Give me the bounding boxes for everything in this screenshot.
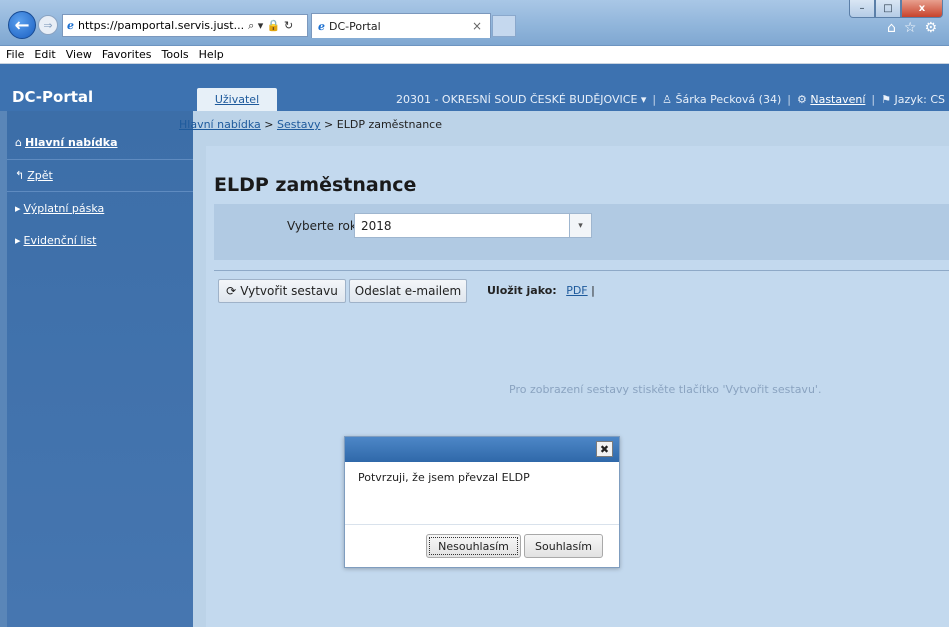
breadcrumb-current: ELDP zaměstnance <box>336 118 442 131</box>
home-icon: ⌂ <box>15 136 22 149</box>
separator: | <box>652 93 657 106</box>
tab-close-icon[interactable]: × <box>472 19 482 33</box>
language-selector[interactable]: ⚑ Jazyk: CS <box>881 93 945 106</box>
home-icon[interactable]: ⌂ <box>887 20 896 36</box>
divider <box>7 191 193 192</box>
forward-button[interactable]: ⇒ <box>38 15 58 35</box>
report-hint: Pro zobrazení sestavy stiskěte tlačítko … <box>509 383 822 396</box>
chevron-down-icon[interactable]: ▾ <box>569 214 591 237</box>
arrow-right-icon: ⇒ <box>43 18 53 32</box>
menu-view[interactable]: View <box>66 48 92 61</box>
refresh-icon: ⟳ <box>226 284 237 298</box>
sidebar-item-back[interactable]: ↰ Zpět <box>15 169 53 182</box>
separator: | <box>871 93 876 106</box>
divider <box>7 159 193 160</box>
menu-edit[interactable]: Edit <box>34 48 55 61</box>
breadcrumb-home[interactable]: Hlavní nabídka <box>179 118 261 131</box>
star-icon[interactable]: ☆ <box>904 20 917 36</box>
gear-icon: ⚙ <box>796 93 807 106</box>
arrow-left-icon: ← <box>14 14 30 36</box>
create-report-button[interactable]: ⟳ Vytvořit sestavu <box>218 279 346 303</box>
save-as-pdf-link[interactable]: PDF <box>566 284 587 297</box>
page-title: ELDP zaměstnance <box>214 174 417 196</box>
tab-user[interactable]: Uživatel <box>197 88 277 111</box>
breadcrumb: Hlavní nabídka > Sestavy > ELDP zaměstna… <box>179 118 442 131</box>
ie-icon: ℯ <box>318 19 325 33</box>
send-email-label: Odeslat e-mailem <box>354 284 462 298</box>
back-icon: ↰ <box>15 169 25 182</box>
gear-icon[interactable]: ⚙ <box>924 20 937 36</box>
breadcrumb-sep: > <box>264 118 274 131</box>
create-report-label: Vytvořit sestavu <box>240 284 338 298</box>
menu-favorites[interactable]: Favorites <box>102 48 152 61</box>
year-value: 2018 <box>361 218 392 233</box>
window-controls: – □ x <box>849 0 943 18</box>
sidebar: ⌂ Hlavní nabídka ↰ Zpět ▸ Výplatní páska… <box>7 111 193 627</box>
tab-title: DC-Portal <box>329 19 381 33</box>
caret-right-icon: ▸ <box>15 202 21 215</box>
address-bar[interactable]: ℯ https://pamportal.servis.just... ⌕ ▾ 🔒… <box>62 14 308 37</box>
settings-link[interactable]: ⚙ Nastavení <box>797 93 865 106</box>
address-controls[interactable]: ⌕ ▾ 🔒 ↻ <box>248 19 293 33</box>
separator: | <box>787 93 791 106</box>
close-icon[interactable]: ✖ <box>596 441 613 457</box>
save-as: Uložit jako: PDF | <box>487 284 595 297</box>
sidebar-item-payslip[interactable]: ▸ Výplatní páska <box>15 202 104 215</box>
court-selector[interactable]: 20301 - OKRESNÍ SOUD ČESKÉ BUDĚJOVICE ▾ <box>396 93 646 106</box>
ie-icon: ℯ <box>67 19 74 32</box>
browser-toolbar-icons: ⌂ ☆ ⚙ <box>887 20 937 36</box>
url-text: https://pamportal.servis.just... <box>78 19 245 32</box>
brand-logo[interactable]: DC-Portal <box>12 88 93 106</box>
year-label: Vyberte rok <box>287 219 357 233</box>
top-nav: Uživatel 20301 - OKRESNÍ SOUD ČESKÉ BUDĚ… <box>197 88 949 111</box>
save-as-sep: | <box>591 284 595 297</box>
user-name[interactable]: ♙ Šárka Pecková (34) <box>662 93 781 106</box>
divider <box>345 524 619 525</box>
sidebar-item-label[interactable]: Hlavní nabídka <box>25 136 118 149</box>
sidebar-item-label[interactable]: Zpět <box>27 169 53 182</box>
send-email-button[interactable]: Odeslat e-mailem <box>349 279 467 303</box>
menu-bar: File Edit View Favorites Tools Help <box>0 46 949 64</box>
maximize-button[interactable]: □ <box>875 0 901 18</box>
caret-right-icon: ▸ <box>15 234 21 247</box>
year-select[interactable]: 2018 ▾ <box>354 213 592 238</box>
back-button[interactable]: ← <box>8 11 36 39</box>
menu-file[interactable]: File <box>6 48 24 61</box>
sidebar-item-main-menu[interactable]: ⌂ Hlavní nabídka <box>15 136 118 149</box>
agree-button[interactable]: Souhlasím <box>524 534 603 558</box>
dialog-message: Potvrzuji, že jsem převzal ELDP <box>358 471 530 484</box>
menu-tools[interactable]: Tools <box>162 48 189 61</box>
new-tab-button[interactable] <box>492 15 516 37</box>
minimize-button[interactable]: – <box>849 0 875 18</box>
divider <box>214 270 949 271</box>
disagree-button[interactable]: Nesouhlasím <box>426 534 521 558</box>
settings-label[interactable]: Nastavení <box>810 93 865 106</box>
sidebar-item-label[interactable]: Evidenční list <box>24 234 97 247</box>
breadcrumb-reports[interactable]: Sestavy <box>277 118 321 131</box>
browser-tab[interactable]: ℯ DC-Portal × <box>311 13 491 38</box>
sidebar-item-record-sheet[interactable]: ▸ Evidenční list <box>15 234 97 247</box>
dialog-header: ✖ <box>345 437 619 462</box>
confirm-dialog: ✖ Potvrzuji, že jsem převzal ELDP Nesouh… <box>344 436 620 568</box>
header-info: 20301 - OKRESNÍ SOUD ČESKÉ BUDĚJOVICE ▾ … <box>396 88 945 111</box>
breadcrumb-sep: > <box>324 118 334 131</box>
close-window-button[interactable]: x <box>901 0 943 18</box>
save-as-label: Uložit jako: <box>487 284 557 297</box>
menu-help[interactable]: Help <box>199 48 224 61</box>
sidebar-item-label[interactable]: Výplatní páska <box>24 202 105 215</box>
